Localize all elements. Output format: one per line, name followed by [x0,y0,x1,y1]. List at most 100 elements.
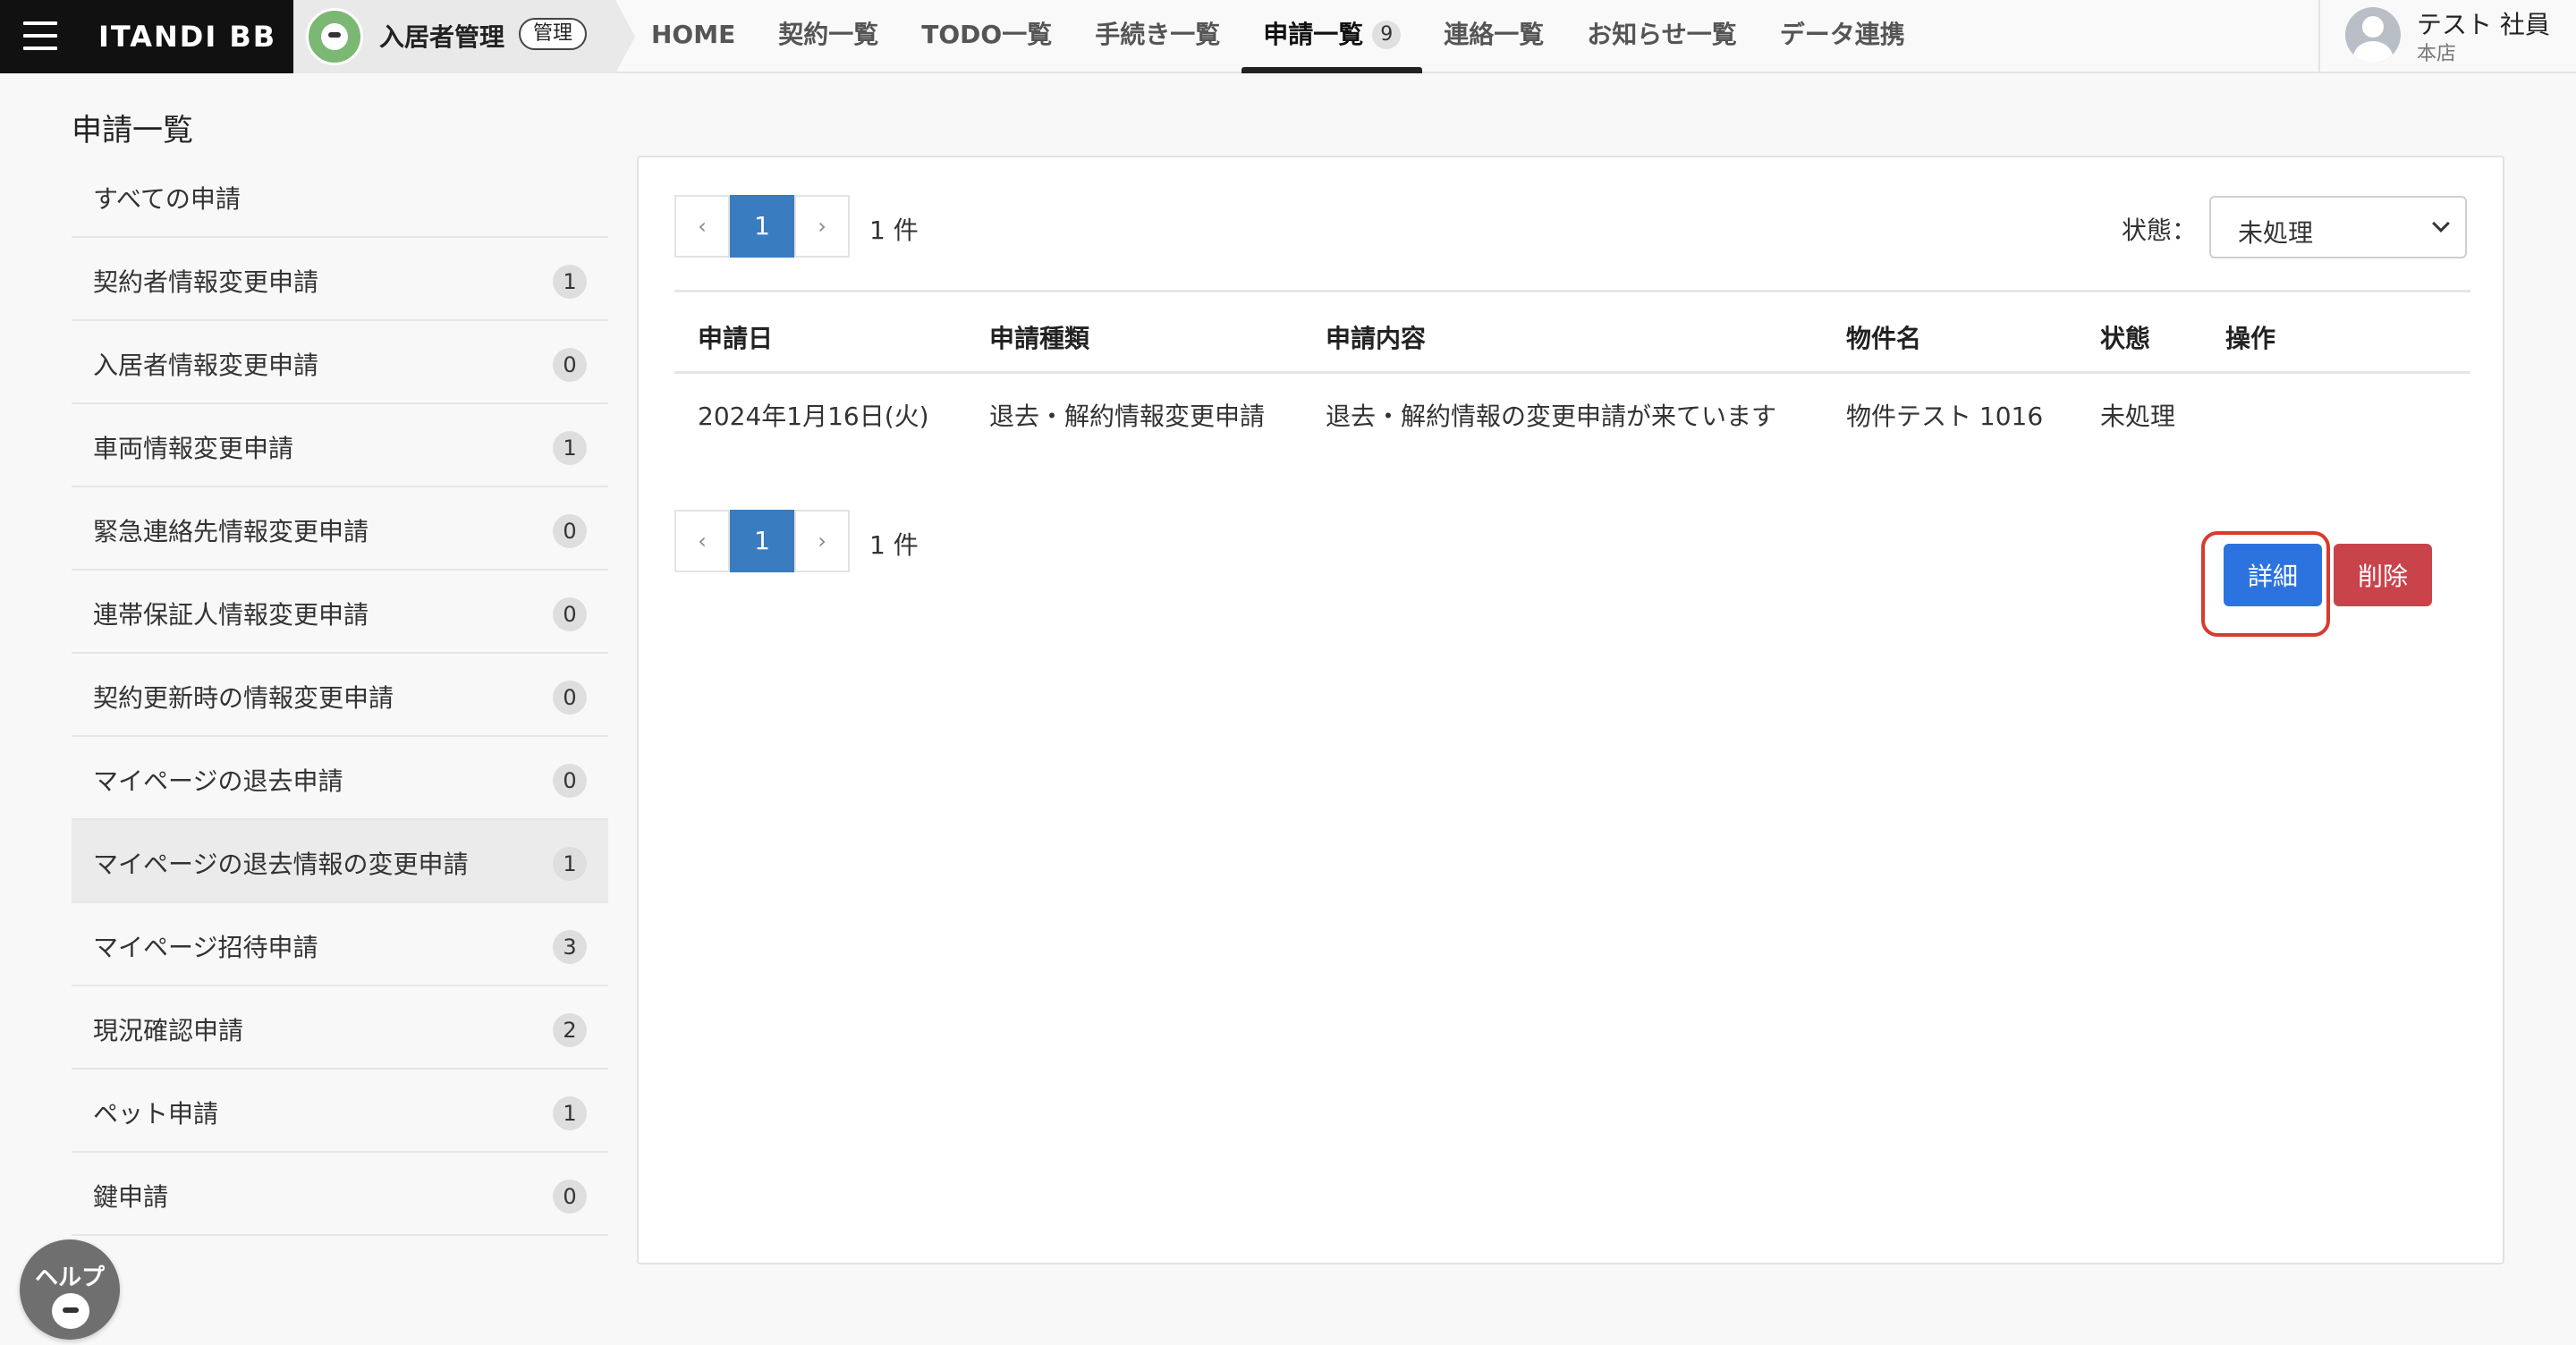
mascot-icon [306,8,363,65]
nav-todo[interactable]: TODO一覧 [900,0,1073,73]
application-table: 申請日 申請種類 申請内容 物件名 状態 操作 2024年1月16日(火) 退去… [674,290,2470,463]
sidebar-item-label: 契約者情報変更申請 [93,267,319,297]
nav-notices-label: お知らせ一覧 [1587,20,1737,49]
nav-home-label: HOME [651,20,736,49]
application-list-panel: ‹ 1 › 1 件 状態： 未処理 申請日 申請種類 申請内容 物件名 状態 操… [637,156,2504,1265]
sidebar-item-mypage-invite[interactable]: マイページ招待申請 3 [72,903,608,986]
application-type-sidebar: すべての申請 契約者情報変更申請 1 入居者情報変更申請 0 車両情報変更申請 … [72,155,608,1236]
cell-property: 物件テスト 1016 [1846,402,2044,431]
sidebar-item-count: 1 [553,265,587,299]
sidebar-item-pet[interactable]: ペット申請 1 [72,1070,608,1153]
sidebar-item-vehicle-change[interactable]: 車両情報変更申請 1 [72,404,608,487]
sidebar-item-mypage-moveout[interactable]: マイページの退去申請 0 [72,737,608,820]
sidebar-item-count: 1 [553,431,587,465]
admin-badge: 管理 [519,18,588,50]
user-menu[interactable]: テスト 社員 本店 [2318,0,2576,73]
pagination-bottom: ‹ 1 › [674,510,850,574]
sidebar-item-mypage-moveout-change[interactable]: マイページの退去情報の変更申請 1 [72,820,608,903]
sidebar-item-label: マイページ招待申請 [93,933,318,962]
sidebar-item-count: 0 [553,764,587,798]
sidebar-item-label: 入居者情報変更申請 [93,351,319,380]
main-nav: HOME 契約一覧 TODO一覧 手続き一覧 申請一覧 9 連絡一覧 お知らせ一覧… [630,0,1927,73]
sidebar-item-label: 契約更新時の情報変更申請 [93,683,394,713]
delete-button[interactable]: 削除 [2334,544,2432,606]
sidebar-item-label: すべての申請 [93,184,241,214]
nav-procedures[interactable]: 手続き一覧 [1073,0,1241,73]
sidebar-item-count: 0 [553,348,587,382]
sidebar-item-label: ペット申請 [93,1099,219,1129]
nav-todo-label: TODO一覧 [921,20,1053,49]
sidebar-item-count: 0 [553,597,587,631]
cell-type: 退去・解約情報変更申請 [989,402,1266,431]
sidebar-item-count: 2 [553,1013,587,1047]
brand-logo[interactable]: ITANDI BB [98,20,276,54]
sidebar-item-count: 0 [553,514,587,548]
nav-applications[interactable]: 申請一覧 9 [1241,0,1423,73]
sidebar-item-label: 鍵申請 [93,1182,169,1212]
sidebar-item-count: 3 [553,930,587,964]
status-filter-value: 未処理 [2238,218,2314,248]
sidebar-item-label: 緊急連絡先情報変更申請 [93,517,369,546]
nav-home[interactable]: HOME [630,0,757,73]
nav-messages-label: 連絡一覧 [1444,20,1545,49]
top-header: ITANDI BB 入居者管理 管理 HOME 契約一覧 TODO一覧 手続き一… [0,0,2576,73]
nav-notices[interactable]: お知らせ一覧 [1565,0,1758,73]
pagination-prev-button[interactable]: ‹ [674,510,730,572]
table-header: 申請日 申請種類 申請内容 物件名 状態 操作 [674,290,2470,374]
sidebar-item-count: 1 [553,847,587,881]
sidebar-item-label: マイページの退去情報の変更申請 [93,850,469,879]
column-header-type: 申請種類 [989,324,1090,353]
table-row: 2024年1月16日(火) 退去・解約情報変更申請 退去・解約情報の変更申請が来… [674,374,2470,463]
nav-procedures-label: 手続き一覧 [1095,20,1221,49]
app-name: 入居者管理 [379,22,505,52]
sidebar-item-renewal-change[interactable]: 契約更新時の情報変更申請 0 [72,654,608,737]
result-count: 1 件 [869,530,919,560]
sidebar-item-label: 現況確認申請 [93,1016,244,1045]
result-count: 1 件 [869,216,919,245]
sidebar-item-resident-change[interactable]: 入居者情報変更申請 0 [72,321,608,404]
pagination-prev-button[interactable]: ‹ [674,195,730,258]
sidebar-item-guarantor-change[interactable]: 連帯保証人情報変更申請 0 [72,571,608,654]
column-header-date: 申請日 [698,324,774,353]
brand-block: ITANDI BB [0,0,293,73]
sidebar-item-all[interactable]: すべての申請 [72,155,608,238]
nav-data-integration[interactable]: データ連携 [1758,0,1927,73]
sidebar-item-status-check[interactable]: 現況確認申請 2 [72,986,608,1070]
sidebar-item-label: マイページの退去申請 [93,766,343,796]
sidebar-item-key[interactable]: 鍵申請 0 [72,1153,608,1236]
sidebar-item-count: 0 [553,1180,587,1214]
nav-contracts[interactable]: 契約一覧 [757,0,900,73]
help-button[interactable]: ヘルプ [20,1239,120,1340]
help-label: ヘルプ [34,1265,105,1291]
nav-messages[interactable]: 連絡一覧 [1422,0,1565,73]
column-header-content: 申請内容 [1326,324,1427,353]
avatar-icon [2345,7,2401,63]
sidebar-item-contractor-change[interactable]: 契約者情報変更申請 1 [72,238,608,321]
status-filter-label: 状態： [2122,216,2198,245]
sidebar-item-count: 1 [553,1096,587,1130]
cell-date: 2024年1月16日(火) [698,402,929,431]
user-branch: 本店 [2417,43,2457,65]
nav-contracts-label: 契約一覧 [778,20,879,49]
chevron-down-icon [2432,215,2450,233]
sidebar-item-count: 0 [553,681,587,715]
sidebar-item-emergency-contact-change[interactable]: 緊急連絡先情報変更申請 0 [72,487,608,571]
pagination-next-button[interactable]: › [794,510,850,572]
cell-status: 未処理 [2100,402,2176,431]
nav-applications-count: 9 [1372,21,1402,49]
hamburger-menu-icon[interactable] [23,21,57,50]
cell-content: 退去・解約情報の変更申請が来ています [1326,402,1777,431]
sidebar-item-label: 車両情報変更申請 [93,434,294,463]
help-mascot-icon [52,1293,89,1329]
page-title: 申請一覧 [72,113,193,148]
nav-data-integration-label: データ連携 [1779,20,1905,49]
status-filter-select[interactable]: 未処理 [2209,196,2467,258]
sidebar-item-label: 連帯保証人情報変更申請 [93,600,369,630]
pagination-next-button[interactable]: › [794,195,850,258]
pagination-page-button[interactable]: 1 [730,195,794,258]
pagination-page-button[interactable]: 1 [730,510,794,572]
detail-button[interactable]: 詳細 [2224,544,2322,606]
column-header-status: 状態 [2100,324,2151,353]
app-switcher[interactable]: 入居者管理 管理 [293,0,635,73]
column-header-actions: 操作 [2225,324,2276,353]
